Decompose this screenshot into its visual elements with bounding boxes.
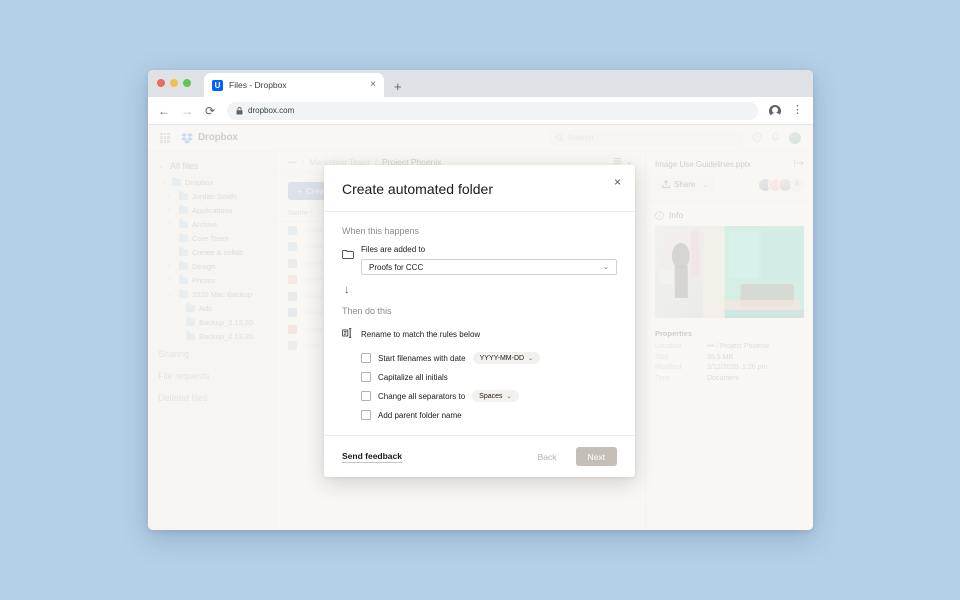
browser-tab-title: Files - Dropbox	[229, 80, 364, 90]
lock-icon	[236, 107, 243, 115]
browser-tab[interactable]: U Files - Dropbox ×	[204, 73, 384, 97]
trigger-row: Files are added to Proofs for CCC ⌄	[342, 245, 617, 275]
when-section-label: When this happens	[342, 226, 617, 236]
chevron-down-icon: ⌄	[507, 393, 512, 400]
rule-checkbox[interactable]	[361, 353, 371, 363]
browser-profile-icon[interactable]	[769, 105, 781, 117]
new-tab-icon[interactable]: +	[394, 80, 402, 93]
rule-checkbox[interactable]	[361, 372, 371, 382]
browser-address-bar: ← → ⟳ dropbox.com ⋮	[148, 97, 813, 125]
rule-option-value: Spaces	[479, 393, 502, 400]
dialog-actions: Back Next	[526, 447, 617, 466]
browser-window: U Files - Dropbox × + ← → ⟳ dropbox.com …	[148, 70, 813, 530]
action-label: Rename to match the rules below	[361, 330, 480, 339]
rule-checkbox[interactable]	[361, 410, 371, 420]
folder-icon	[342, 246, 354, 275]
rule-checkbox[interactable]	[361, 391, 371, 401]
chevron-down-icon: ⌄	[528, 355, 533, 362]
action-header: Rename to match the rules below	[342, 325, 617, 343]
rule-option-dropdown[interactable]: Spaces ⌄	[472, 390, 518, 402]
close-icon[interactable]: ×	[614, 176, 621, 188]
reload-icon[interactable]: ⟳	[204, 105, 216, 117]
rule-row: Start filenames with date YYYY-MM-DD ⌄	[342, 352, 617, 364]
dialog-title: Create automated folder	[342, 181, 617, 197]
rule-row: Change all separators to Spaces ⌄	[342, 390, 617, 402]
then-section-label: Then do this	[342, 306, 617, 316]
window-traffic-lights	[157, 79, 191, 87]
browser-tabstrip: U Files - Dropbox × +	[148, 70, 813, 97]
rule-label: Capitalize all initials	[378, 373, 448, 382]
trigger-label: Files are added to	[361, 245, 617, 254]
browser-menu-icon[interactable]: ⋮	[792, 105, 803, 116]
back-button[interactable]: Back	[526, 447, 569, 466]
rule-label: Change all separators to	[378, 392, 465, 401]
close-window-button[interactable]	[157, 79, 165, 87]
rename-icon	[342, 325, 354, 343]
rule-row: Add parent folder name	[342, 410, 617, 420]
send-feedback-link[interactable]: Send feedback	[342, 451, 402, 463]
rule-label: Add parent folder name	[378, 411, 462, 420]
next-button[interactable]: Next	[576, 447, 617, 466]
maximize-window-button[interactable]	[183, 79, 191, 87]
forward-icon[interactable]: →	[181, 105, 193, 117]
folder-select-value: Proofs for CCC	[369, 263, 423, 272]
folder-select[interactable]: Proofs for CCC ⌄	[361, 259, 617, 275]
url-text: dropbox.com	[248, 106, 294, 115]
dialog-header: Create automated folder ×	[324, 165, 635, 212]
rule-label: Start filenames with date	[378, 354, 466, 363]
back-icon[interactable]: ←	[158, 105, 170, 117]
rule-option-value: YYYY-MM-DD	[480, 355, 524, 362]
create-automated-folder-dialog: Create automated folder × When this happ…	[324, 165, 635, 477]
dropbox-favicon-icon: U	[212, 80, 223, 91]
rule-option-dropdown[interactable]: YYYY-MM-DD ⌄	[473, 352, 541, 364]
rule-row: Capitalize all initials	[342, 372, 617, 382]
flow-arrow-icon: ↓	[344, 285, 617, 296]
close-tab-icon[interactable]: ×	[370, 80, 376, 90]
dialog-footer: Send feedback Back Next	[324, 435, 635, 477]
chevron-down-icon: ⌄	[603, 263, 609, 271]
minimize-window-button[interactable]	[170, 79, 178, 87]
dialog-body: When this happens Files are added to Pro…	[324, 212, 635, 435]
url-input[interactable]: dropbox.com	[227, 102, 758, 120]
rules-list: Start filenames with date YYYY-MM-DD ⌄ Capi…	[342, 352, 617, 420]
